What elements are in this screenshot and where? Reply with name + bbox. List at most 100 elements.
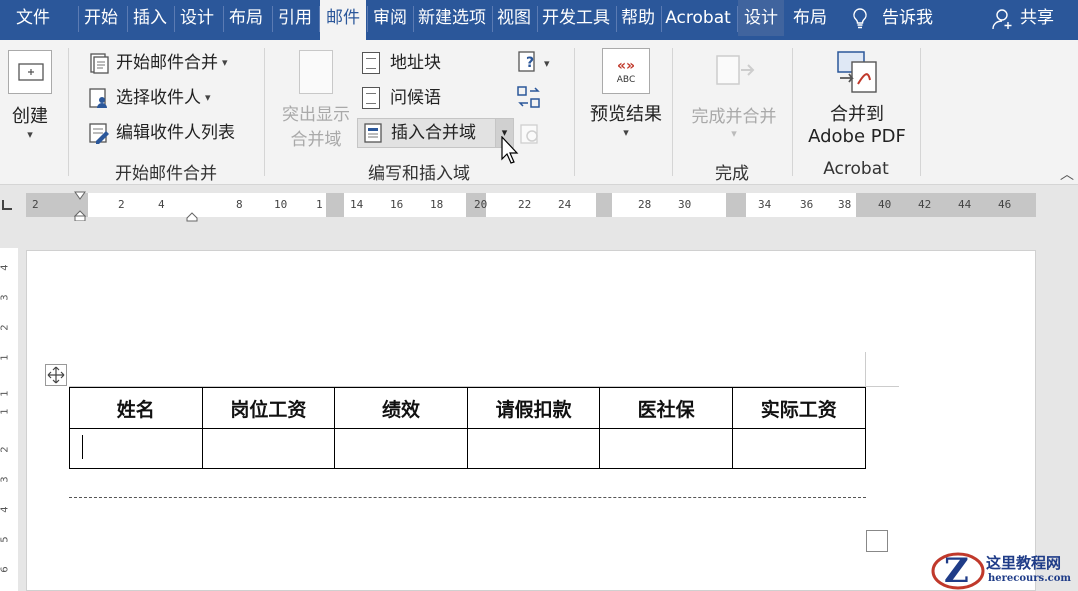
cell-boundary-line — [865, 352, 866, 386]
vruler-tick-label: 1 — [0, 354, 11, 361]
match-fields-icon — [516, 84, 542, 110]
edit-recipient-list-button[interactable]: 编辑收件人列表 — [88, 118, 235, 148]
ruler-tick-label: 44 — [958, 198, 972, 211]
table-header-cell[interactable]: 姓名 — [69, 387, 203, 429]
table-cell[interactable] — [731, 428, 866, 469]
ruler-tick-label: 36 — [800, 198, 814, 211]
checkbox[interactable] — [866, 530, 888, 552]
table-cell[interactable] — [466, 428, 601, 469]
tab-separator — [661, 6, 662, 32]
table-cell[interactable] — [201, 428, 336, 469]
tab-11[interactable]: 帮助 — [617, 0, 659, 36]
table-header-cell[interactable]: 绩效 — [334, 387, 468, 429]
merge-to-adobe-pdf-button[interactable]: 合并到 Adobe PDF — [800, 48, 914, 147]
tab-separator — [223, 6, 224, 32]
tell-me-label: 告诉我 — [882, 8, 933, 28]
table-header-cell[interactable]: 岗位工资 — [201, 387, 336, 429]
tab-separator — [616, 6, 617, 32]
table-move-handle-icon[interactable] — [45, 364, 67, 386]
tab-4[interactable]: 布局 — [224, 0, 268, 36]
text-cursor — [82, 435, 83, 459]
ruler-tick-label: 22 — [518, 198, 532, 211]
tab-10[interactable]: 开发工具 — [538, 0, 614, 36]
start-mail-merge-button[interactable]: 开始邮件合并 ▾ — [88, 48, 228, 78]
vruler-tick-label: 3 — [0, 476, 11, 483]
indent-marker-icon[interactable] — [73, 191, 87, 222]
tab-12[interactable]: Acrobat — [662, 0, 734, 36]
chevron-down-icon: ▾ — [544, 57, 550, 70]
select-recipients-label: 选择收件人 — [116, 88, 201, 108]
chevron-down-icon: ▾ — [623, 126, 629, 139]
start-mail-merge-label: 开始邮件合并 — [116, 53, 218, 73]
vruler-tick-label: 1 — [0, 408, 11, 415]
insert-merge-field-button[interactable]: 插入合并域 ▾ — [357, 118, 514, 148]
tab-2[interactable]: 插入 — [128, 0, 172, 36]
tab-selector-icon[interactable] — [2, 200, 12, 210]
collapse-ribbon-icon[interactable]: ︿ — [1060, 164, 1074, 184]
document-stack-icon — [88, 52, 110, 74]
right-indent-marker-icon[interactable] — [186, 207, 198, 222]
vertical-ruler: 4 3 2 1 1 1 2 3 4 5 6 — [0, 248, 18, 591]
svg-text:Z: Z — [944, 551, 969, 591]
address-block-label: 地址块 — [390, 53, 441, 73]
salary-table[interactable]: 姓名 岗位工资 绩效 请假扣款 医社保 实际工资 — [69, 387, 866, 469]
tab-8[interactable]: 新建选项 — [414, 0, 490, 36]
ruler-tick-label: 28 — [638, 198, 652, 211]
table-cell[interactable] — [69, 428, 203, 469]
tab-14[interactable]: 布局 — [788, 0, 832, 36]
tab-7[interactable]: 审阅 — [368, 0, 412, 36]
section-break-line — [69, 497, 866, 498]
highlight-merge-fields-button[interactable]: 突出显示 合并域 — [278, 50, 354, 150]
tab-separator — [127, 6, 128, 32]
table-cell[interactable] — [334, 428, 468, 469]
ruler-tick-label: 4 — [158, 198, 165, 211]
tab-separator — [272, 6, 273, 32]
watermark-url: herecours.com — [988, 573, 1072, 584]
finish-merge-button[interactable]: 完成并合并 ▾ — [682, 50, 786, 140]
address-block-button[interactable]: 地址块 — [362, 48, 441, 78]
horizontal-ruler[interactable]: 2 2 4 8 10 1 14 16 18 20 22 24 28 30 34 36 38 40 42 44 46 — [0, 186, 1078, 222]
ruler-tick-label: 10 — [274, 198, 288, 211]
rules-button[interactable]: ? ▾ — [516, 50, 550, 74]
greeting-line-button[interactable]: 问候语 — [362, 83, 441, 113]
rules-icon: ? — [516, 50, 540, 74]
table-cell[interactable] — [599, 428, 733, 469]
create-button[interactable]: 创建 ▾ — [6, 48, 54, 141]
vruler-tick-label: 1 — [0, 390, 11, 397]
match-fields-button[interactable] — [516, 84, 542, 115]
tab-6[interactable]: 邮件 — [320, 0, 366, 40]
tab-1[interactable]: 开始 — [79, 0, 123, 36]
finish-merge-label: 完成并合并 — [691, 107, 777, 127]
tab-9[interactable]: 视图 — [493, 0, 535, 36]
chevron-down-icon: ▾ — [205, 91, 211, 104]
tab-separator — [367, 6, 368, 32]
svg-text:?: ? — [526, 55, 534, 71]
vruler-tick-label: 6 — [0, 566, 11, 573]
tab-13[interactable]: 设计 — [738, 0, 784, 36]
tab-5[interactable]: 引用 — [273, 0, 317, 36]
table-header-cell[interactable]: 请假扣款 — [466, 387, 601, 429]
tell-me-search[interactable]: 告诉我 — [852, 0, 933, 36]
update-labels-button[interactable] — [518, 122, 542, 151]
tab-separator — [737, 6, 738, 32]
finish-group-label: 完成 — [715, 164, 749, 184]
share-button[interactable]: 共享 — [992, 0, 1054, 36]
tab-0[interactable]: 文件 — [12, 0, 54, 36]
ruler-tick-label: 18 — [430, 198, 444, 211]
table-row[interactable] — [69, 428, 866, 469]
tab-3[interactable]: 设计 — [175, 0, 219, 36]
tab-separator — [537, 6, 538, 32]
vruler-tick-label: 2 — [0, 446, 11, 453]
tab-separator — [174, 6, 175, 32]
greeting-line-label: 问候语 — [390, 88, 441, 108]
ruler-tick-label: 34 — [758, 198, 772, 211]
select-recipients-button[interactable]: 选择收件人 ▾ — [88, 83, 211, 113]
chevron-down-icon: ▾ — [222, 56, 228, 69]
preview-arrows: «» — [616, 58, 636, 74]
edit-list-icon — [88, 122, 110, 144]
table-header-cell[interactable]: 实际工资 — [731, 387, 866, 429]
table-header-cell[interactable]: 医社保 — [599, 387, 733, 429]
insert-merge-field-label: 插入合并域 — [391, 123, 476, 143]
preview-results-button[interactable]: «» ABC 预览结果 ▾ — [584, 48, 668, 139]
merge-pdf-line1: 合并到 — [830, 104, 884, 125]
